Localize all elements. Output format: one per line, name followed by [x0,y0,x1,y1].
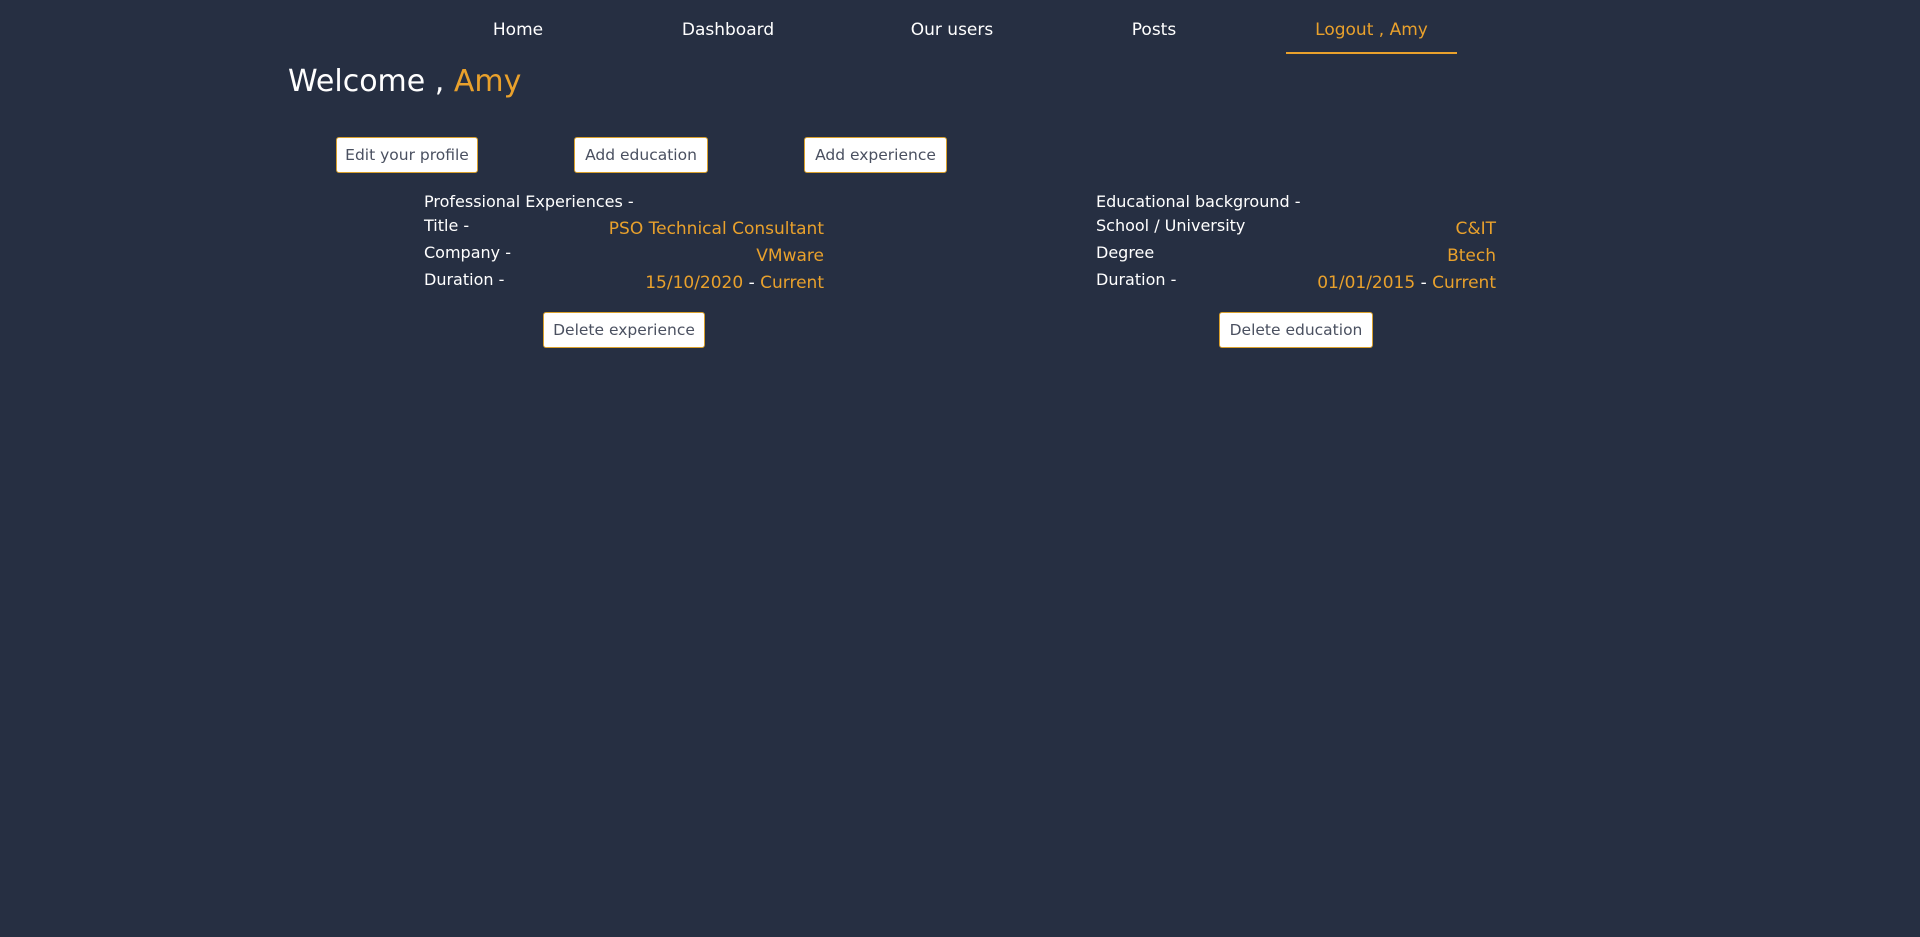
experience-duration-end: Current [760,273,824,293]
add-experience-button[interactable]: Add experience [804,137,947,173]
experience-company-value: VMware [756,246,824,266]
edit-profile-button[interactable]: Edit your profile [336,137,478,173]
education-duration-value: 01/01/2015 - Current [1317,272,1496,294]
delete-education-button[interactable]: Delete education [1219,312,1373,348]
experience-duration-value: 15/10/2020 - Current [645,272,824,294]
nav-logout-link[interactable]: Logout , Amy [1286,0,1457,54]
delete-experience-button[interactable]: Delete experience [543,312,705,348]
experience-duration-row: Duration - 15/10/2020 - Current [424,270,824,294]
education-duration-row: Duration - 01/01/2015 - Current [1096,270,1496,294]
education-school-row: School / University C&IT [1096,216,1496,240]
top-nav: Home Dashboard Our users Posts Logout , … [0,0,1920,54]
nav-posts-link[interactable]: Posts [1112,0,1196,52]
education-degree-label: Degree [1096,243,1155,262]
welcome-heading: Welcome , Amy [288,62,521,102]
nav-our-users-link[interactable]: Our users [892,0,1012,52]
experience-duration-separator: - [748,273,755,293]
education-duration-separator: - [1420,273,1427,293]
experience-duration-label: Duration - [424,270,505,289]
experience-heading: Professional Experiences - [424,192,634,211]
experience-company-row: Company - VMware [424,243,824,267]
welcome-user-name: Amy [453,64,522,99]
education-degree-value: Btech [1447,246,1496,266]
education-degree-row: Degree Btech [1096,243,1496,267]
nav-dashboard-link[interactable]: Dashboard [668,0,788,52]
experience-title-label: Title - [424,216,470,235]
experience-company-label: Company - [424,243,511,262]
experience-title-value: PSO Technical Consultant [608,219,824,239]
add-education-button[interactable]: Add education [574,137,708,173]
education-duration-end: Current [1432,273,1496,293]
experience-duration-start: 15/10/2020 [645,273,744,293]
nav-home-link[interactable]: Home [468,0,568,52]
experience-title-row: Title - PSO Technical Consultant [424,216,824,240]
education-heading: Educational background - [1096,192,1301,211]
education-school-label: School / University [1096,216,1246,235]
education-duration-label: Duration - [1096,270,1177,289]
welcome-prefix: Welcome , [288,64,445,99]
education-duration-start: 01/01/2015 [1317,273,1416,293]
education-school-value: C&IT [1455,219,1496,239]
